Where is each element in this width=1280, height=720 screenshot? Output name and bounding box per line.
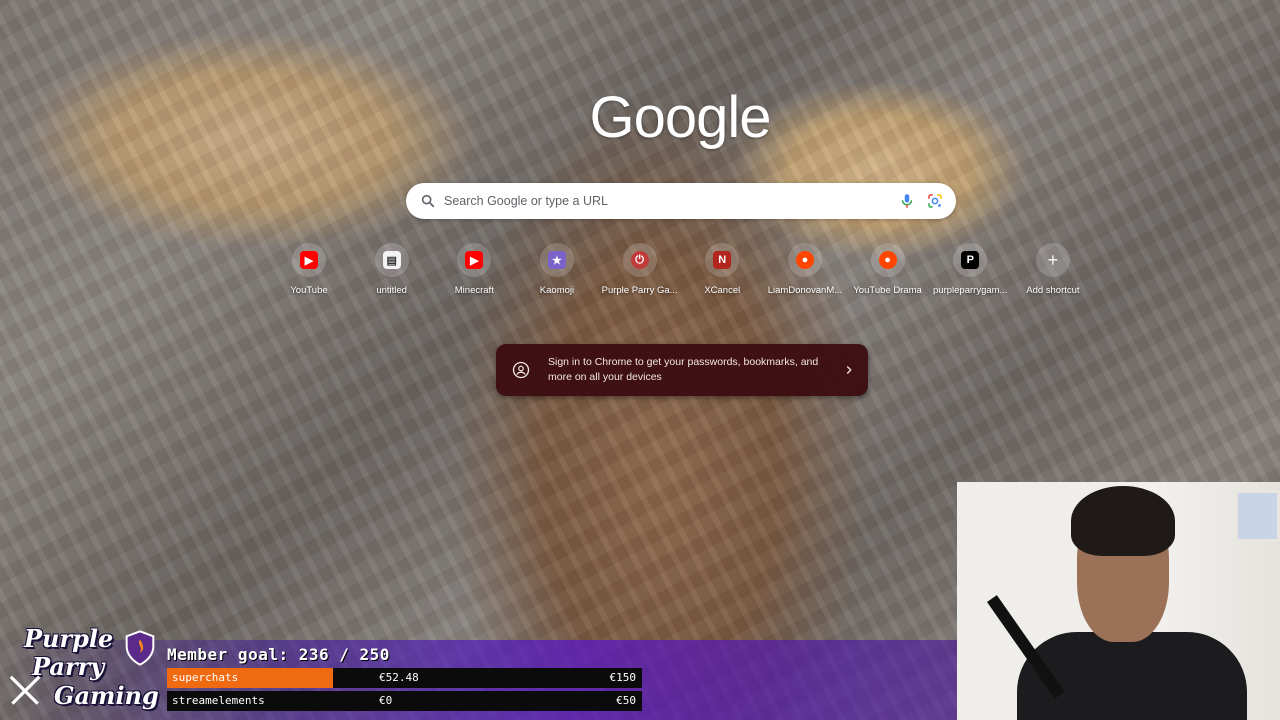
shortcut-patreon[interactable]: P purpleparrygam...: [929, 243, 1011, 305]
google-logo: Google: [589, 85, 771, 150]
member-goal-title: Member goal: 236 / 250: [167, 645, 390, 664]
reddit-icon: ●: [878, 251, 897, 269]
shortcut-tile: ⏻: [622, 243, 657, 277]
shortcut-label: untitled: [376, 285, 407, 296]
shortcut-minecraft[interactable]: ▶ Minecraft: [433, 243, 515, 305]
swords-icon: [9, 675, 41, 705]
shortcut-untitled[interactable]: ▤ untitled: [351, 243, 433, 305]
microphone-icon[interactable]: [898, 192, 916, 210]
superchats-bar: superchats €52.48 €150: [167, 668, 642, 688]
account-icon: [512, 361, 530, 379]
bar-goal: €50: [616, 694, 636, 707]
webcam-picture-frame: [1235, 490, 1280, 542]
youtube-icon: ▶: [465, 251, 484, 269]
bar-name: streamelements: [172, 694, 265, 707]
shortcut-label: Minecraft: [454, 285, 494, 296]
shortcut-tile: ★: [539, 243, 574, 277]
logo-line: Purple: [24, 624, 114, 653]
shortcut-kaomoji[interactable]: ★ Kaomoji: [516, 243, 598, 305]
shortcut-label: XCancel: [704, 285, 741, 296]
add-shortcut-button[interactable]: + Add shortcut: [1012, 243, 1094, 305]
shortcut-youtube[interactable]: ▶ YouTube: [268, 243, 350, 305]
power-icon: ⏻: [630, 251, 649, 269]
signin-prompt[interactable]: Sign in to Chrome to get your passwords,…: [496, 344, 868, 396]
channel-logo: Purple Parry Gaming: [2, 624, 164, 716]
shortcut-label: Add shortcut: [1026, 285, 1080, 296]
shortcut-label: purpleparrygam...: [933, 285, 1008, 296]
shortcut-label: Kaomoji: [539, 285, 575, 296]
shortcut-tile: N: [705, 243, 740, 277]
kaomoji-icon: ★: [547, 251, 566, 269]
shortcut-tile: ●: [870, 243, 905, 277]
shortcut-tile: ▶: [292, 243, 326, 277]
plus-icon: +: [1047, 249, 1059, 270]
signin-text: Sign in to Chrome to get your passwords,…: [548, 356, 819, 383]
shortcut-tile: ▶: [457, 243, 492, 277]
chevron-right-icon[interactable]: [842, 363, 856, 377]
streamelements-bar: streamelements €0 €50: [167, 691, 642, 711]
shortcut-liamdonovan[interactable]: ● LiamDonovanM...: [764, 243, 846, 305]
shortcut-purple-parry[interactable]: ⏻ Purple Parry Ga...: [599, 243, 681, 305]
bar-current: €52.48: [379, 671, 419, 684]
shortcut-youtube-drama[interactable]: ● YouTube Drama: [847, 243, 929, 305]
bar-current: €0: [379, 694, 393, 707]
shortcut-label: Purple Parry Ga...: [601, 285, 678, 296]
shortcuts-row: ▶ YouTube ▤ untitled ▶ Minecraft ★ Kaomo…: [268, 243, 1094, 305]
patreon-icon: P: [961, 251, 980, 269]
shortcut-label: YouTube Drama: [853, 285, 922, 296]
search-input[interactable]: Search Google or type a URL: [444, 194, 888, 208]
google-lens-icon[interactable]: [926, 192, 944, 210]
reddit-icon: ●: [795, 251, 814, 269]
n-icon: N: [713, 251, 732, 269]
shortcut-label: LiamDonovanM...: [767, 285, 843, 296]
logo-line: Gaming: [54, 681, 159, 710]
shortcut-label: YouTube: [290, 285, 328, 296]
bar-goal: €150: [609, 671, 637, 684]
shortcut-tile: ▤: [374, 243, 409, 277]
shield-icon: [125, 630, 155, 666]
youtube-icon: ▶: [300, 251, 318, 269]
bar-name: superchats: [172, 671, 239, 684]
document-icon: ▤: [382, 251, 401, 269]
shortcut-xcancel[interactable]: N XCancel: [681, 243, 763, 305]
search-bar[interactable]: Search Google or type a URL: [406, 183, 956, 219]
shortcut-tile: P: [953, 243, 988, 277]
webcam-person-hair: [1071, 486, 1175, 556]
webcam-feed: [957, 482, 1280, 720]
shortcut-tile: +: [1035, 243, 1070, 277]
search-icon: [421, 194, 435, 208]
shortcut-tile: ●: [787, 243, 822, 277]
